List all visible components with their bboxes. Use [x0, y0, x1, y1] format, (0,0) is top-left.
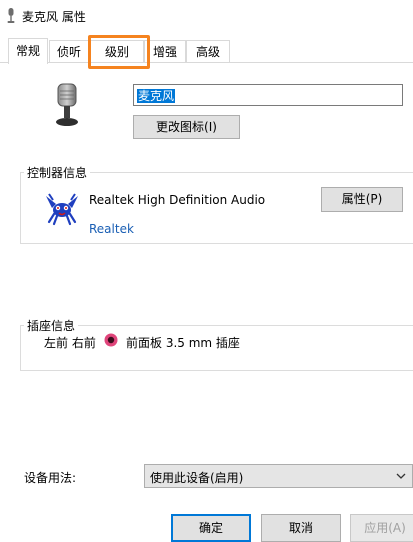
tab-label: 常规	[15, 44, 40, 58]
microphone-small-icon	[7, 8, 15, 23]
controller-info-title: 控制器信息	[24, 164, 91, 181]
controller-vendor-link[interactable]: Realtek	[89, 222, 134, 236]
button-label: 取消	[288, 521, 313, 535]
device-name-text: 麦克风	[137, 89, 176, 103]
jack-color-icon	[104, 333, 118, 347]
window-title: 麦克风 属性	[22, 10, 86, 24]
tab-label: 高级	[195, 45, 220, 59]
controller-name: Realtek High Definition Audio	[89, 193, 266, 207]
button-label: 属性(P)	[341, 192, 383, 206]
jack-info-title: 插座信息	[24, 317, 79, 334]
jack-channels: 左前 右前	[44, 336, 96, 350]
button-label: 应用(A)	[364, 521, 406, 535]
controller-properties-button[interactable]: 属性(P)	[321, 187, 403, 212]
button-label: 确定	[198, 521, 223, 535]
device-usage-label: 设备用法:	[24, 471, 77, 485]
realtek-crab-icon	[46, 193, 78, 226]
tab-label: 侦听	[56, 45, 81, 59]
tab-enhancements[interactable]: 增强	[144, 40, 186, 62]
tab-divider	[0, 62, 413, 63]
change-icon-button[interactable]: 更改图标(I)	[133, 115, 240, 139]
tab-label: 增强	[152, 45, 177, 59]
chevron-down-icon	[396, 473, 406, 479]
microphone-icon	[56, 83, 78, 126]
ok-button[interactable]: 确定	[171, 514, 251, 542]
apply-button[interactable]: 应用(A)	[350, 514, 413, 542]
tab-general[interactable]: 常规	[8, 38, 48, 64]
button-label: 更改图标(I)	[156, 120, 217, 134]
device-usage-value: 使用此设备(启用)	[150, 471, 244, 485]
tab-listen[interactable]: 侦听	[49, 40, 89, 62]
jack-location: 前面板 3.5 mm 插座	[126, 336, 240, 350]
device-usage-select[interactable]: 使用此设备(启用)	[144, 464, 413, 488]
tab-advanced[interactable]: 高级	[186, 40, 230, 62]
cancel-button[interactable]: 取消	[261, 514, 341, 542]
tab-highlight-box	[88, 35, 150, 69]
device-name-input[interactable]: 麦克风	[133, 84, 403, 106]
